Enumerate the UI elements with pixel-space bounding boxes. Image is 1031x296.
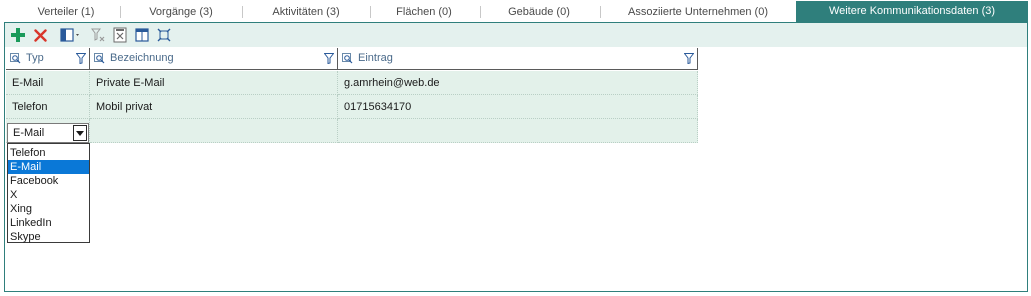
tab-separator — [370, 6, 371, 18]
add-button[interactable] — [9, 26, 27, 44]
tab-bar: Verteiler (1) Vorgänge (3) Aktivitäten (… — [0, 0, 1031, 22]
typ-dropdown-list: Telefon E-Mail Facebook X Xing LinkedIn … — [7, 143, 90, 243]
dropdown-button[interactable] — [73, 125, 87, 141]
table-cell-typ[interactable]: E-Mail — [6, 71, 90, 95]
column-header-label: Eintrag — [358, 52, 393, 64]
search-icon — [10, 53, 21, 64]
filter-icon[interactable] — [324, 53, 334, 64]
export-icon — [113, 27, 127, 43]
tab-verteiler[interactable]: Verteiler (1) — [20, 2, 112, 22]
dropdown-option-skype[interactable]: Skype — [8, 230, 89, 244]
chevron-down-icon — [76, 130, 84, 136]
tab-weitere-kommunikationsdaten[interactable]: Weitere Kommunikationsdaten (3) — [796, 1, 1028, 22]
dropdown-option-facebook[interactable]: Facebook — [8, 174, 89, 188]
tab-separator — [600, 6, 601, 18]
tab-separator — [120, 6, 121, 18]
column-header-label: Bezeichnung — [110, 52, 174, 64]
clear-filter-icon — [91, 28, 105, 42]
dropdown-option-x[interactable]: X — [8, 188, 89, 202]
search-icon — [342, 53, 353, 64]
typ-combobox[interactable]: E-Mail — [7, 123, 89, 143]
search-icon — [94, 53, 105, 64]
clear-filter-button[interactable] — [89, 26, 107, 44]
tab-aktivitaeten[interactable]: Aktivitäten (3) — [250, 2, 362, 22]
dropdown-option-telefon[interactable]: Telefon — [8, 146, 89, 160]
tab-separator — [480, 6, 481, 18]
table-cell-bezeichnung[interactable]: Mobil privat — [90, 95, 338, 119]
layout-icon — [135, 28, 149, 42]
filter-icon[interactable] — [684, 53, 694, 64]
table-cell-eintrag[interactable]: g.amrhein@web.de — [338, 71, 698, 95]
tab-assoziierte-unternehmen[interactable]: Assoziierte Unternehmen (0) — [606, 2, 790, 22]
toolbar — [5, 23, 1027, 47]
layout-button[interactable] — [133, 26, 151, 44]
column-header-eintrag[interactable]: Eintrag — [338, 48, 698, 70]
dropdown-option-email[interactable]: E-Mail — [8, 160, 89, 174]
delete-icon — [33, 28, 47, 42]
fit-columns-button[interactable] — [155, 26, 173, 44]
export-button[interactable] — [111, 26, 129, 44]
column-header-bezeichnung[interactable]: Bezeichnung — [90, 48, 338, 70]
column-chooser-button[interactable] — [59, 26, 83, 44]
column-header-typ[interactable]: Typ — [6, 48, 90, 70]
dropdown-option-linkedin[interactable]: LinkedIn — [8, 216, 89, 230]
column-header-label: Typ — [26, 52, 44, 64]
content-panel: Typ Bezeichnung Eintrag E-Mail Private E… — [4, 22, 1028, 292]
delete-button[interactable] — [31, 26, 49, 44]
table-cell-eintrag[interactable]: 01715634170 — [338, 95, 698, 119]
new-row-bezeichnung-cell[interactable] — [90, 119, 338, 143]
tab-gebaeude[interactable]: Gebäude (0) — [486, 2, 592, 22]
add-icon — [11, 28, 25, 42]
column-chooser-icon — [60, 28, 79, 42]
fit-columns-icon — [157, 28, 171, 42]
table-cell-typ[interactable]: Telefon — [6, 95, 90, 119]
dropdown-option-xing[interactable]: Xing — [8, 202, 89, 216]
typ-combobox-value: E-Mail — [13, 127, 45, 139]
table-cell-bezeichnung[interactable]: Private E-Mail — [90, 71, 338, 95]
tab-flaechen[interactable]: Flächen (0) — [376, 2, 472, 22]
tab-separator — [242, 6, 243, 18]
filter-icon[interactable] — [76, 53, 86, 64]
new-row-eintrag-cell[interactable] — [338, 119, 698, 143]
tab-vorgaenge[interactable]: Vorgänge (3) — [128, 2, 234, 22]
